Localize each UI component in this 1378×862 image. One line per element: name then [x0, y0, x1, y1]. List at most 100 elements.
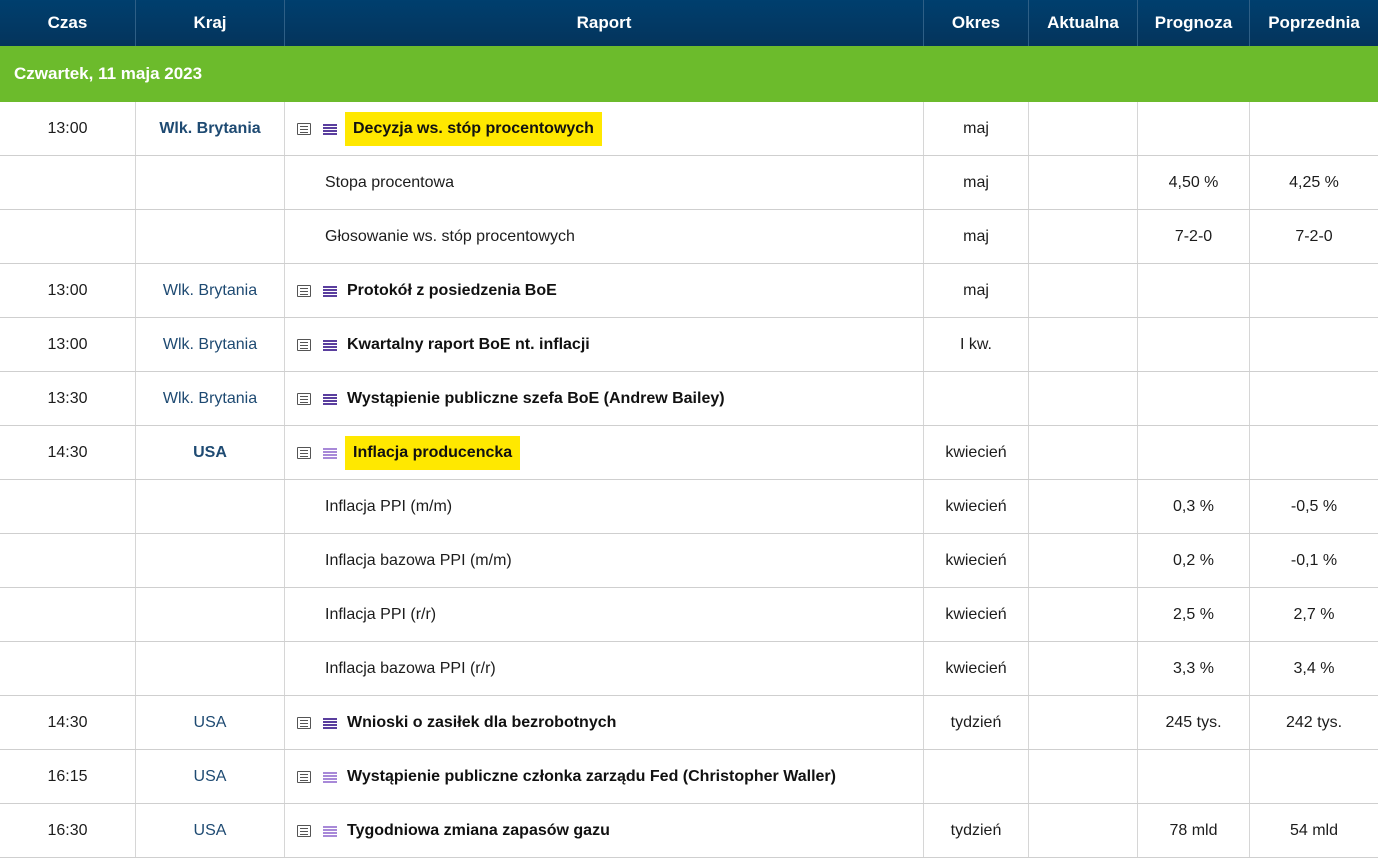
cell-previous: 7-2-0	[1295, 227, 1333, 245]
table-row[interactable]: 14:30 USA Wnioski o zasiłek dla bezrobot…	[0, 696, 1378, 750]
table-row[interactable]: 13:30 Wlk. Brytania Wystąpienie publiczn…	[0, 372, 1378, 426]
importance-bars-icon	[323, 285, 337, 297]
cell-time: 14:30	[0, 426, 136, 479]
col-header-forecast: Prognoza	[1138, 0, 1250, 46]
table-row: Inflacja PPI (m/m) kwiecień 0,3 % -0,5 %	[0, 480, 1378, 534]
cell-time	[0, 210, 136, 263]
cell-report: Stopa procentowa	[285, 156, 924, 209]
cell-country	[136, 642, 285, 695]
importance-bars-icon	[323, 393, 337, 405]
cell-actual	[1029, 480, 1138, 533]
cell-time: 16:15	[0, 750, 136, 803]
importance-bars-icon	[323, 717, 337, 729]
report-title[interactable]: Protokół z posiedzenia BoE	[347, 282, 557, 300]
cell-country: Wlk. Brytania	[136, 372, 285, 425]
importance-bars-icon	[323, 825, 337, 837]
document-list-icon[interactable]	[297, 824, 311, 837]
cell-country	[136, 588, 285, 641]
cell-time	[0, 642, 136, 695]
cell-actual	[1029, 534, 1138, 587]
cell-period: kwiecień	[924, 426, 1029, 479]
cell-forecast	[1138, 318, 1250, 371]
document-list-icon[interactable]	[297, 716, 311, 729]
cell-country: Wlk. Brytania	[136, 102, 285, 155]
cell-time	[0, 480, 136, 533]
cell-report[interactable]: Kwartalny raport BoE nt. inflacji	[285, 318, 924, 371]
report-title[interactable]: Tygodniowa zmiana zapasów gazu	[347, 822, 610, 840]
cell-time: 13:00	[0, 102, 136, 155]
cell-previous	[1250, 750, 1378, 803]
importance-bars-icon	[323, 339, 337, 351]
document-list-icon[interactable]	[297, 392, 311, 405]
document-list-icon[interactable]	[297, 338, 311, 351]
cell-report[interactable]: Tygodniowa zmiana zapasów gazu	[285, 804, 924, 857]
cell-previous: 54 mld	[1289, 821, 1339, 839]
cell-forecast: 0,3 %	[1138, 480, 1250, 533]
cell-country: Wlk. Brytania	[136, 318, 285, 371]
cell-report[interactable]: Wystąpienie publiczne szefa BoE (Andrew …	[285, 372, 924, 425]
cell-forecast	[1138, 426, 1250, 479]
cell-actual	[1029, 264, 1138, 317]
col-header-previous: Poprzednia	[1268, 13, 1360, 32]
cell-forecast	[1138, 264, 1250, 317]
report-title[interactable]: Inflacja producencka	[345, 435, 521, 470]
cell-forecast: 2,5 %	[1138, 588, 1250, 641]
cell-previous	[1250, 102, 1378, 155]
cell-actual	[1029, 696, 1138, 749]
report-title[interactable]: Wystąpienie publiczne szefa BoE (Andrew …	[347, 390, 725, 408]
report-title[interactable]: Decyzja ws. stóp procentowych	[345, 111, 602, 146]
cell-previous	[1250, 426, 1378, 479]
cell-actual	[1029, 102, 1138, 155]
cell-report[interactable]: Protokół z posiedzenia BoE	[285, 264, 924, 317]
cell-country	[136, 156, 285, 209]
document-list-icon[interactable]	[297, 122, 311, 135]
cell-report: Inflacja PPI (r/r)	[285, 588, 924, 641]
table-row[interactable]: 13:00 Wlk. Brytania Protokół z posiedzen…	[0, 264, 1378, 318]
cell-time: 16:30	[0, 804, 136, 857]
cell-forecast	[1138, 102, 1250, 155]
table-row[interactable]: 16:30 USA Tygodniowa zmiana zapasów gazu…	[0, 804, 1378, 858]
cell-country: USA	[136, 750, 285, 803]
cell-period: kwiecień	[924, 642, 1029, 695]
document-list-icon[interactable]	[297, 770, 311, 783]
cell-previous: 4,25 %	[1289, 173, 1339, 191]
cell-report[interactable]: Wnioski o zasiłek dla bezrobotnych	[285, 696, 924, 749]
cell-forecast	[1138, 750, 1250, 803]
cell-actual	[1029, 426, 1138, 479]
cell-actual	[1029, 156, 1138, 209]
cell-previous	[1250, 264, 1378, 317]
document-list-icon[interactable]	[297, 446, 311, 459]
cell-country: USA	[136, 804, 285, 857]
table-row[interactable]: 16:15 USA Wystąpienie publiczne członka …	[0, 750, 1378, 804]
col-header-time: Czas	[0, 0, 136, 46]
cell-previous	[1250, 372, 1378, 425]
table-row: Inflacja PPI (r/r) kwiecień 2,5 % 2,7 %	[0, 588, 1378, 642]
report-title[interactable]: Kwartalny raport BoE nt. inflacji	[347, 336, 590, 354]
col-header-period: Okres	[924, 0, 1029, 46]
cell-forecast	[1138, 372, 1250, 425]
report-title[interactable]: Wnioski o zasiłek dla bezrobotnych	[347, 714, 616, 732]
cell-actual	[1029, 318, 1138, 371]
cell-actual	[1029, 642, 1138, 695]
report-title[interactable]: Wystąpienie publiczne członka zarządu Fe…	[347, 768, 836, 786]
cell-report[interactable]: Decyzja ws. stóp procentowych	[285, 102, 924, 155]
importance-bars-icon	[323, 123, 337, 135]
cell-actual	[1029, 588, 1138, 641]
table-row: Inflacja bazowa PPI (m/m) kwiecień 0,2 %…	[0, 534, 1378, 588]
table-row: Głosowanie ws. stóp procentowych maj 7-2…	[0, 210, 1378, 264]
cell-forecast: 78 mld	[1138, 804, 1250, 857]
cell-period	[924, 750, 1029, 803]
cell-report[interactable]: Inflacja producencka	[285, 426, 924, 479]
cell-country	[136, 480, 285, 533]
document-list-icon[interactable]	[297, 284, 311, 297]
table-row[interactable]: 13:00 Wlk. Brytania Kwartalny raport BoE…	[0, 318, 1378, 372]
cell-forecast: 7-2-0	[1138, 210, 1250, 263]
cell-time: 13:00	[0, 318, 136, 371]
cell-country	[136, 210, 285, 263]
cell-period: tydzień	[924, 696, 1029, 749]
cell-previous: -0,5 %	[1290, 497, 1338, 515]
cell-report[interactable]: Wystąpienie publiczne członka zarządu Fe…	[285, 750, 924, 803]
table-row[interactable]: 13:00 Wlk. Brytania Decyzja ws. stóp pro…	[0, 102, 1378, 156]
table-row[interactable]: 14:30 USA Inflacja producencka kwiecień	[0, 426, 1378, 480]
cell-actual	[1029, 804, 1138, 857]
